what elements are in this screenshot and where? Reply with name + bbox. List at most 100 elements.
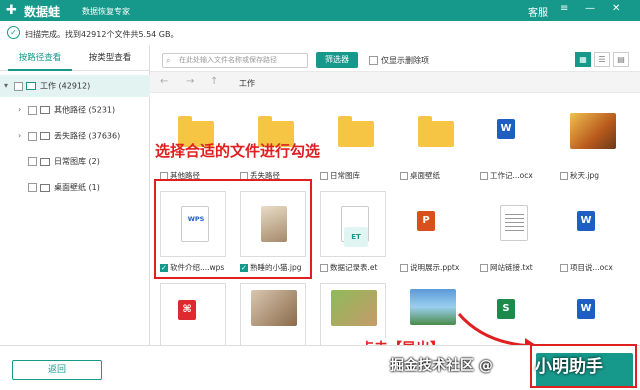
et-sheet-icon: ET [341,206,369,247]
watermark-brand: 小明助手 [535,357,603,377]
checkbox[interactable] [369,56,378,65]
tree-item-work[interactable]: ▾ 工作 (42912) [0,75,150,97]
app-logo-icon: ✚ [6,3,17,18]
pdf-icon: ⌘ [178,300,196,320]
powerpoint-icon: P [417,211,435,231]
checkbox[interactable] [28,183,37,192]
rabbit-photo-thumbnail [331,290,377,326]
search-placeholder: 在此处输入文件名称或保存路径 [179,56,277,64]
select-hint-annotation: 选择合适的文件进行勾选 [155,142,321,160]
chevron-right-icon[interactable]: › [18,99,28,121]
back-button[interactable]: 返回 [12,360,102,380]
search-icon: ⌕ [166,56,171,65]
tree-item-daily-gallery[interactable]: 日常图库 (2) [0,151,150,173]
current-path: 工作 [239,79,255,88]
tree-item-other-path[interactable]: › 其他路径 (5231) [0,99,150,121]
folder-icon [40,183,50,192]
up-arrow-icon[interactable]: ↑ [210,76,218,87]
tree-item-label: 桌面壁纸 (1) [54,183,100,192]
text-lines [505,214,524,234]
grid-view-icon[interactable]: ▦ [575,52,591,67]
tree-item-lost-path[interactable]: › 丢失路径 (37636) [0,125,150,147]
file-tile[interactable] [240,283,306,345]
checkbox[interactable] [560,172,568,180]
file-tile[interactable]: ⌘ [160,283,226,345]
close-icon[interactable]: ✕ [612,3,620,14]
checkbox[interactable] [320,264,328,272]
checkbox[interactable] [480,264,488,272]
check-circle-icon: ✓ [7,26,20,39]
checkbox[interactable] [28,157,37,166]
app-slogan: 数据恢复专家 [82,7,130,16]
checkbox[interactable] [480,172,488,180]
search-input[interactable]: ⌕ 在此处输入文件名称或保存路径 [162,53,308,68]
forward-arrow-icon[interactable]: → [186,76,194,87]
checkbox[interactable] [400,172,408,180]
checkbox[interactable] [28,105,37,115]
folder-tile[interactable] [400,99,466,165]
chevron-right-icon[interactable]: › [18,125,28,147]
scan-status-text: 扫描完成。找到42912个文件共5.54 GB。 [25,30,179,39]
selection-highlight-box [154,179,312,279]
file-label[interactable]: 工作记...ocx [480,170,560,182]
checkbox[interactable] [14,81,23,91]
tree-item-label: 日常图库 (2) [54,157,100,166]
detail-view-icon[interactable]: ▤ [613,52,629,67]
customer-service-link[interactable]: 客服 [528,4,548,19]
folder-icon [40,132,50,140]
tab-by-path[interactable]: 按路径查看 [8,45,72,71]
cats-photo-thumbnail [251,290,297,326]
file-name: 日常图库 [330,171,360,180]
minimize-icon[interactable]: — [585,3,595,14]
file-name: 数据记录表.et [330,263,378,272]
app-name: 数据蛙 [24,5,61,19]
filter-button[interactable]: 筛选器 [316,52,358,68]
back-arrow-icon[interactable]: ← [160,76,168,87]
file-label[interactable]: 桌面壁纸 [400,170,480,182]
view-tabs: 按路径查看 按类型查看 [0,45,150,71]
show-deleted-option[interactable]: 仅显示删除项 [369,55,429,66]
file-tile[interactable] [480,191,546,257]
file-tile[interactable]: ET [320,191,386,257]
drive-icon [26,82,36,90]
tree-item-label: 丢失路径 (37636) [54,131,121,141]
file-tile[interactable]: W [480,99,546,165]
folder-icon [40,106,50,114]
checkbox[interactable] [320,172,328,180]
menu-icon[interactable]: ≡ [560,3,568,14]
file-label[interactable]: 网站链接.txt [480,262,560,274]
file-tile[interactable] [320,283,386,345]
file-label[interactable]: 说明展示.pptx [400,262,480,274]
tree-item-label: 工作 (42912) [40,81,91,91]
file-name: 项目说...ocx [570,263,613,272]
watermark-text: 掘金技术社区 @ [390,358,493,374]
file-tile[interactable] [560,99,626,165]
tree-item-wallpaper[interactable]: 桌面壁纸 (1) [0,177,150,199]
checkbox[interactable] [28,131,37,141]
folder-tile[interactable] [320,99,386,165]
tab-by-type[interactable]: 按类型查看 [78,45,142,71]
checkbox[interactable] [560,264,568,272]
file-name: 秋天.jpg [570,171,599,180]
tree-item-label: 其他路径 (5231) [54,105,116,115]
word-icon: W [577,211,595,231]
toolbar: ⌕ 在此处输入文件名称或保存路径 筛选器 仅显示删除项 ▦ ☰ ▤ [150,45,640,71]
folder-icon [40,157,50,166]
file-label[interactable]: 秋天.jpg [560,170,635,182]
file-label[interactable]: 日常图库 [320,170,400,182]
checkbox[interactable] [400,264,408,272]
word-icon: W [497,119,515,139]
list-view-icon[interactable]: ☰ [594,52,610,67]
file-label[interactable]: 项目说...ocx [560,262,635,274]
file-tile[interactable]: W [560,283,626,345]
file-label[interactable]: 数据记录表.et [320,262,400,274]
word-icon: W [577,299,595,319]
et-badge: ET [344,227,368,247]
show-deleted-label: 仅显示删除项 [381,56,429,65]
file-tile[interactable]: P [400,191,466,257]
sidebar: 按路径查看 按类型查看 ▾ 工作 (42912) › 其他路径 (5231) › 丢失… [0,45,150,345]
folder-icon [418,116,454,147]
landscape-photo-thumbnail [410,289,456,325]
chevron-down-icon[interactable]: ▾ [4,75,14,97]
file-tile[interactable]: W [560,191,626,257]
